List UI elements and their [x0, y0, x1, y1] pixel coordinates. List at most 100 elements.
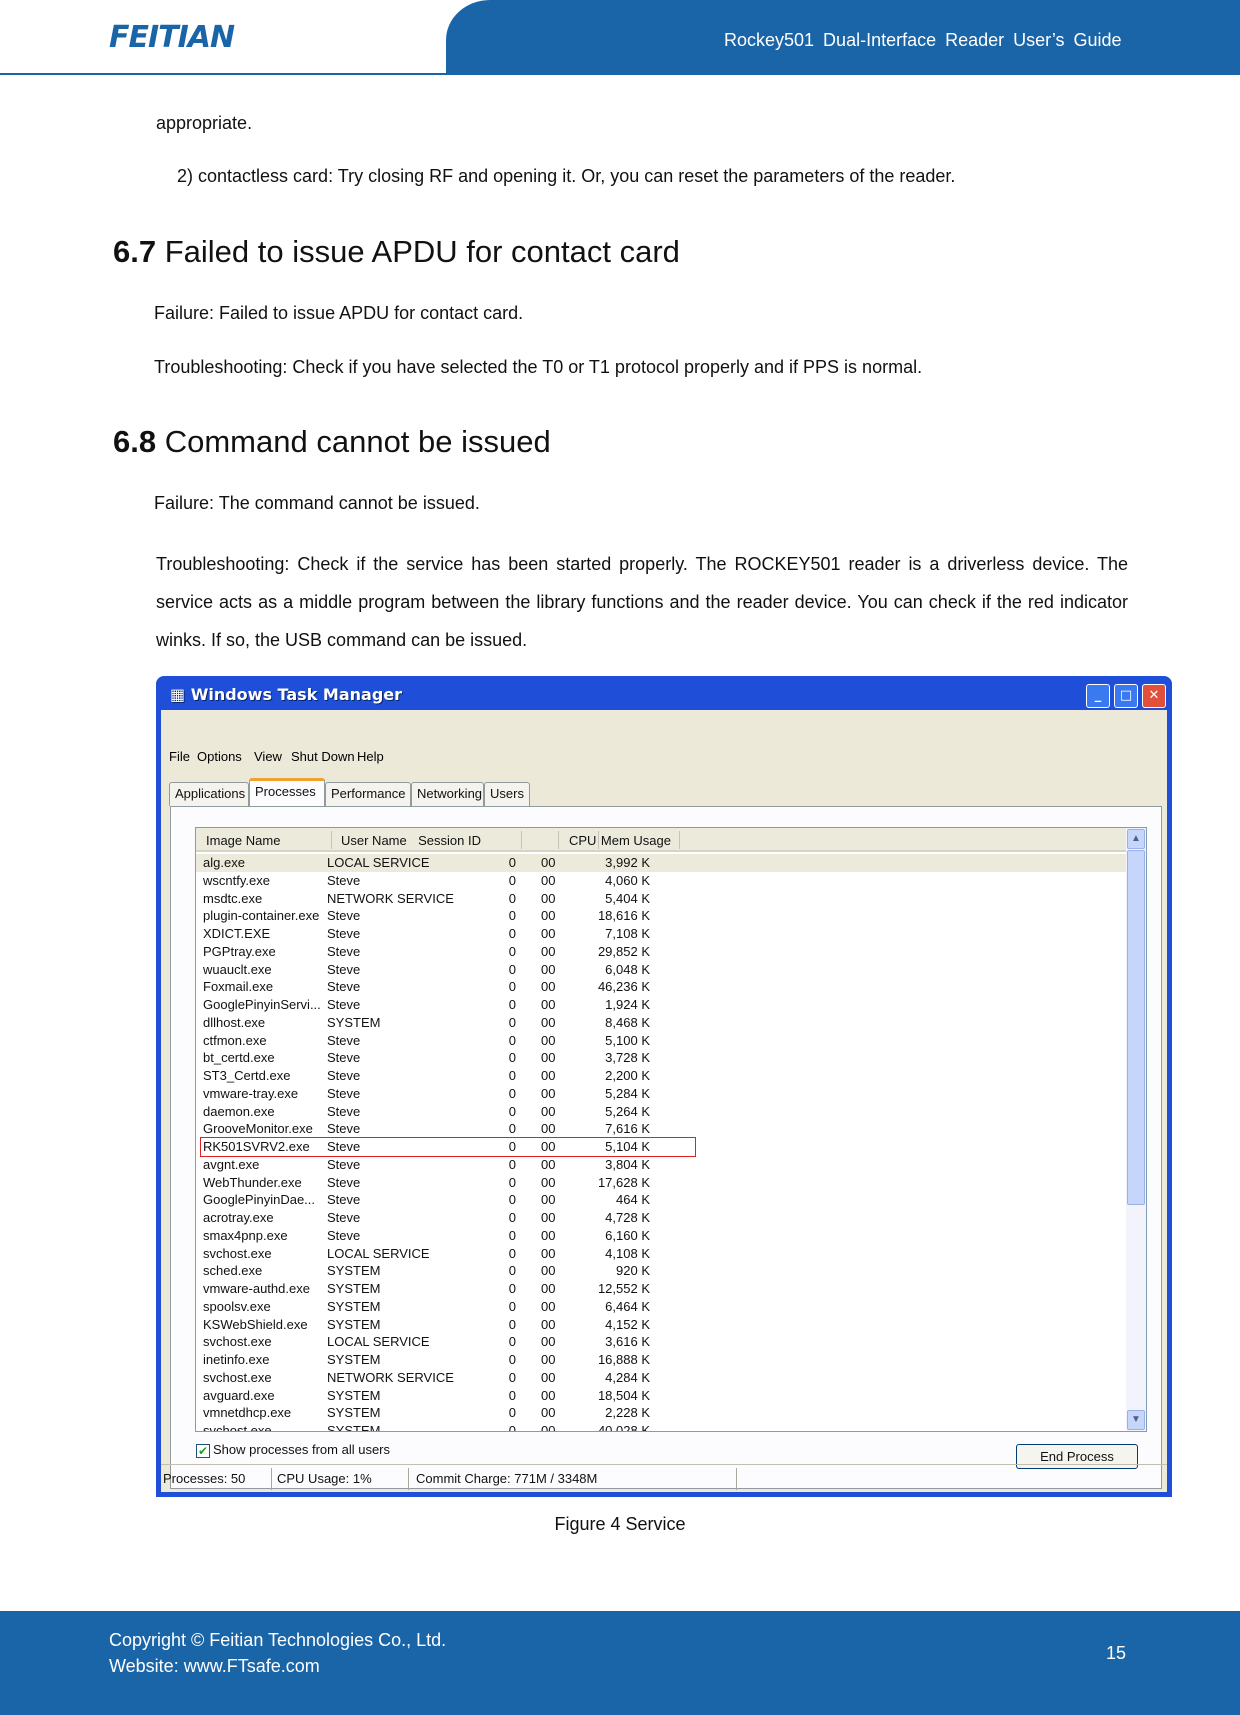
cpu: 00: [541, 890, 556, 906]
table-row[interactable]: GooglePinyinServi... Steve 0 00 1,924 K: [196, 996, 1126, 1014]
table-row[interactable]: GrooveMonitor.exe Steve 0 00 7,616 K: [196, 1120, 1126, 1138]
image-name: msdtc.exe: [203, 890, 263, 906]
column-header-image-name[interactable]: Image Name: [206, 833, 280, 848]
table-row[interactable]: wscntfy.exe Steve 0 00 4,060 K: [196, 872, 1126, 890]
image-name: svchost.exe: [203, 1369, 272, 1385]
mem-usage: 3,616 K: [605, 1334, 650, 1350]
cpu: 00: [541, 1316, 556, 1332]
scrollbar[interactable]: ▲ ▼: [1126, 828, 1146, 1431]
mem-usage: 12,552 K: [597, 1281, 650, 1296]
table-row[interactable]: svchost.exe LOCAL SERVICE 0 00 4,108 K: [196, 1245, 1126, 1263]
cpu: 00: [541, 926, 556, 941]
mem-usage: 6,160 K: [605, 1227, 650, 1243]
session-id: 0: [508, 1121, 516, 1137]
scroll-down-icon[interactable]: ▼: [1127, 1410, 1145, 1430]
column-divider[interactable]: [558, 831, 559, 849]
table-row[interactable]: wuauclt.exe Steve 0 00 6,048 K: [196, 961, 1126, 979]
table-row[interactable]: GooglePinyinDae... Steve 0 00 464 K: [196, 1191, 1126, 1209]
column-header-user-name[interactable]: User Name: [341, 833, 407, 848]
table-row[interactable]: spoolsv.exe SYSTEM 0 00 6,464 K: [196, 1298, 1126, 1316]
scroll-thumb[interactable]: [1127, 850, 1145, 1205]
session-id: 0: [508, 1423, 516, 1432]
show-all-users-checkbox[interactable]: ✔ Show processes from all users: [196, 1442, 390, 1458]
menu-options[interactable]: Options: [197, 749, 242, 764]
session-id: 0: [508, 1068, 516, 1083]
menu-view[interactable]: View: [254, 749, 282, 764]
table-row[interactable]: bt_certd.exe Steve 0 00 3,728 K: [196, 1049, 1126, 1067]
table-row[interactable]: smax4pnp.exe Steve 0 00 6,160 K: [196, 1227, 1126, 1245]
tab-processes[interactable]: Processes: [249, 778, 325, 806]
table-row[interactable]: plugin-container.exe Steve 0 00 18,616 K: [196, 907, 1126, 925]
mem-usage: 18,504 K: [597, 1387, 650, 1403]
image-name: dllhost.exe: [203, 1014, 266, 1030]
session-id: 0: [508, 908, 516, 924]
cpu: 00: [541, 1156, 556, 1172]
cpu: 00: [541, 872, 556, 888]
image-name: vmnetdhcp.exe: [203, 1405, 292, 1421]
minimize-button[interactable]: _: [1086, 684, 1110, 708]
image-name: vmware-authd.exe: [203, 1281, 310, 1296]
table-row[interactable]: KSWebShield.exe SYSTEM 0 00 4,152 K: [196, 1316, 1126, 1334]
mem-usage: 16,888 K: [597, 1352, 650, 1367]
user-name: SYSTEM: [327, 1405, 381, 1421]
tab-networking[interactable]: Networking: [411, 782, 484, 806]
session-id: 0: [508, 1334, 516, 1350]
cpu: 00: [541, 1263, 556, 1279]
user-name: Steve: [327, 872, 361, 888]
table-row[interactable]: msdtc.exe NETWORK SERVICE 0 00 5,404 K: [196, 890, 1126, 908]
table-row[interactable]: svchost.exe LOCAL SERVICE 0 00 3,616 K: [196, 1333, 1126, 1351]
menu-shut-down[interactable]: Shut Down: [291, 749, 355, 764]
section-number: 6.7: [113, 234, 157, 269]
table-row[interactable]: alg.exe LOCAL SERVICE 0 00 3,992 K: [196, 854, 1126, 872]
user-name: Steve: [327, 1227, 361, 1243]
table-row[interactable]: WebThunder.exe Steve 0 00 17,628 K: [196, 1174, 1126, 1192]
table-row[interactable]: ST3_Certd.exe Steve 0 00 2,200 K: [196, 1067, 1126, 1085]
image-name: daemon.exe: [203, 1103, 275, 1119]
table-row[interactable]: svchost.exe NETWORK SERVICE 0 00 4,284 K: [196, 1369, 1126, 1387]
session-id: 0: [508, 1298, 516, 1314]
table-row[interactable]: acrotray.exe Steve 0 00 4,728 K: [196, 1209, 1126, 1227]
tab-users[interactable]: Users: [484, 782, 530, 806]
table-row[interactable]: vmware-tray.exe Steve 0 00 5,284 K: [196, 1085, 1126, 1103]
status-bar: Processes: 50 CPU Usage: 1% Commit Charg…: [161, 1464, 1167, 1492]
tab-applications[interactable]: Applications: [169, 782, 249, 806]
window-title: ▦ Windows Task Manager: [170, 685, 403, 704]
close-button[interactable]: ✕: [1142, 684, 1166, 708]
table-row[interactable]: svchost.exe SYSTEM 0 00 40,028 K: [196, 1422, 1126, 1432]
maximize-button[interactable]: □: [1114, 684, 1138, 708]
menu-file[interactable]: File: [169, 749, 190, 764]
column-divider[interactable]: [679, 831, 680, 849]
user-name: NETWORK SERVICE: [327, 1369, 454, 1385]
table-row[interactable]: avgnt.exe Steve 0 00 3,804 K: [196, 1156, 1126, 1174]
table-row[interactable]: XDICT.EXE Steve 0 00 7,108 K: [196, 925, 1126, 943]
failure-text: Failure: Failed to issue APDU for contac…: [154, 303, 524, 323]
table-row[interactable]: daemon.exe Steve 0 00 5,264 K: [196, 1103, 1126, 1121]
table-row[interactable]: Foxmail.exe Steve 0 00 46,236 K: [196, 978, 1126, 996]
user-name: SYSTEM: [327, 1423, 381, 1432]
scroll-up-icon[interactable]: ▲: [1127, 829, 1145, 849]
column-divider[interactable]: [331, 831, 332, 849]
table-row[interactable]: PGPtray.exe Steve 0 00 29,852 K: [196, 943, 1126, 961]
table-row[interactable]: avguard.exe SYSTEM 0 00 18,504 K: [196, 1387, 1126, 1405]
table-row[interactable]: vmware-authd.exe SYSTEM 0 00 12,552 K: [196, 1280, 1126, 1298]
column-divider[interactable]: [521, 831, 522, 849]
footer: Copyright © Feitian Technologies Co., Lt…: [0, 1611, 1240, 1715]
process-list[interactable]: Image Name User Name Session ID CPU Mem Usag…: [195, 827, 1147, 1432]
cpu: 00: [541, 1032, 556, 1048]
table-row[interactable]: ctfmon.exe Steve 0 00 5,100 K: [196, 1032, 1126, 1050]
column-header-session-id[interactable]: Session ID: [418, 833, 481, 848]
table-row[interactable]: vmnetdhcp.exe SYSTEM 0 00 2,228 K: [196, 1404, 1126, 1422]
column-header-cpu[interactable]: CPU: [569, 833, 596, 848]
mem-usage: 8,468 K: [605, 1014, 650, 1030]
image-name: plugin-container.exe: [203, 908, 320, 924]
table-row[interactable]: sched.exe SYSTEM 0 00 920 K: [196, 1262, 1126, 1280]
cpu: 00: [541, 1423, 556, 1432]
menu-help[interactable]: Help: [357, 749, 384, 764]
user-name: Steve: [327, 1103, 361, 1119]
table-row[interactable]: inetinfo.exe SYSTEM 0 00 16,888 K: [196, 1351, 1126, 1369]
column-header-mem-usage[interactable]: Mem Usage: [601, 833, 671, 848]
column-divider[interactable]: [598, 831, 599, 849]
tab-performance[interactable]: Performance: [325, 782, 411, 806]
user-name: SYSTEM: [327, 1298, 381, 1314]
table-row[interactable]: dllhost.exe SYSTEM 0 00 8,468 K: [196, 1014, 1126, 1032]
